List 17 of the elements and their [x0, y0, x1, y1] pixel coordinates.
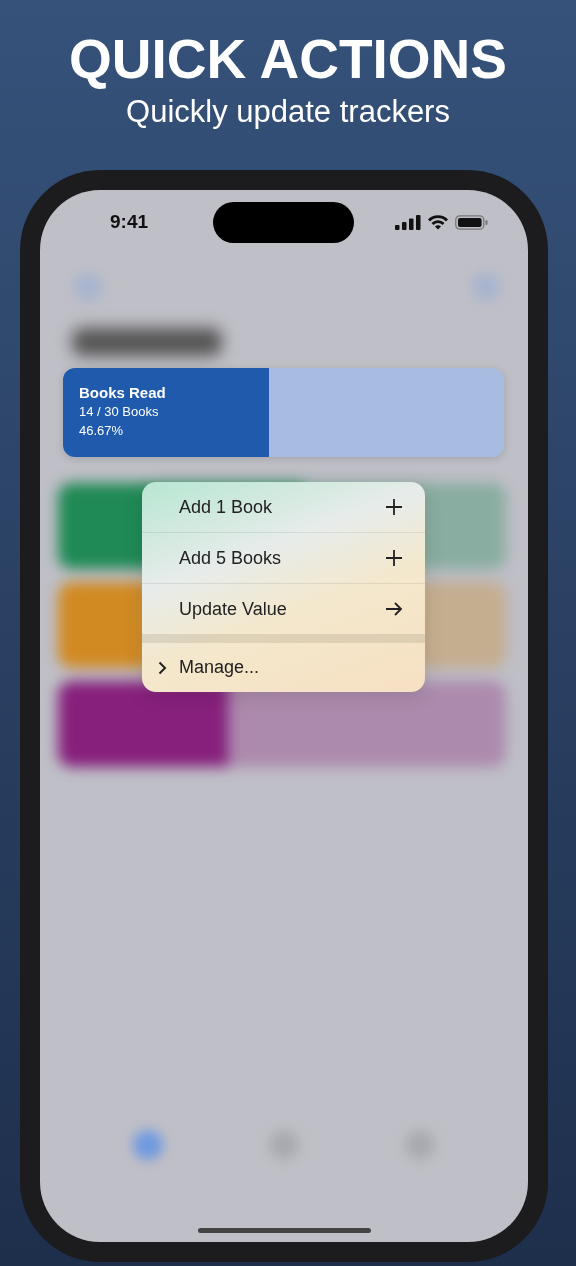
wifi-icon	[427, 214, 449, 230]
plus-icon	[385, 498, 403, 516]
chevron-right-icon	[158, 660, 167, 675]
plus-icon	[385, 549, 403, 567]
menu-item[interactable]: Manage...	[142, 634, 425, 692]
menu-item[interactable]: Add 5 Books	[142, 532, 425, 583]
tracker-percent: 46.67%	[79, 422, 125, 440]
signal-icon	[395, 214, 421, 230]
blurred-tab-icon[interactable]	[133, 1130, 163, 1160]
tracker-name: Books Read	[79, 384, 166, 402]
battery-icon	[455, 214, 488, 230]
headline: QUICK ACTIONS	[69, 28, 507, 90]
menu-item[interactable]: Add 1 Book	[142, 482, 425, 532]
status-time: 9:41	[110, 211, 149, 233]
arrow-right-icon	[385, 601, 403, 617]
menu-item[interactable]: Update Value	[142, 583, 425, 634]
subheadline: Quickly update trackers	[126, 94, 450, 130]
